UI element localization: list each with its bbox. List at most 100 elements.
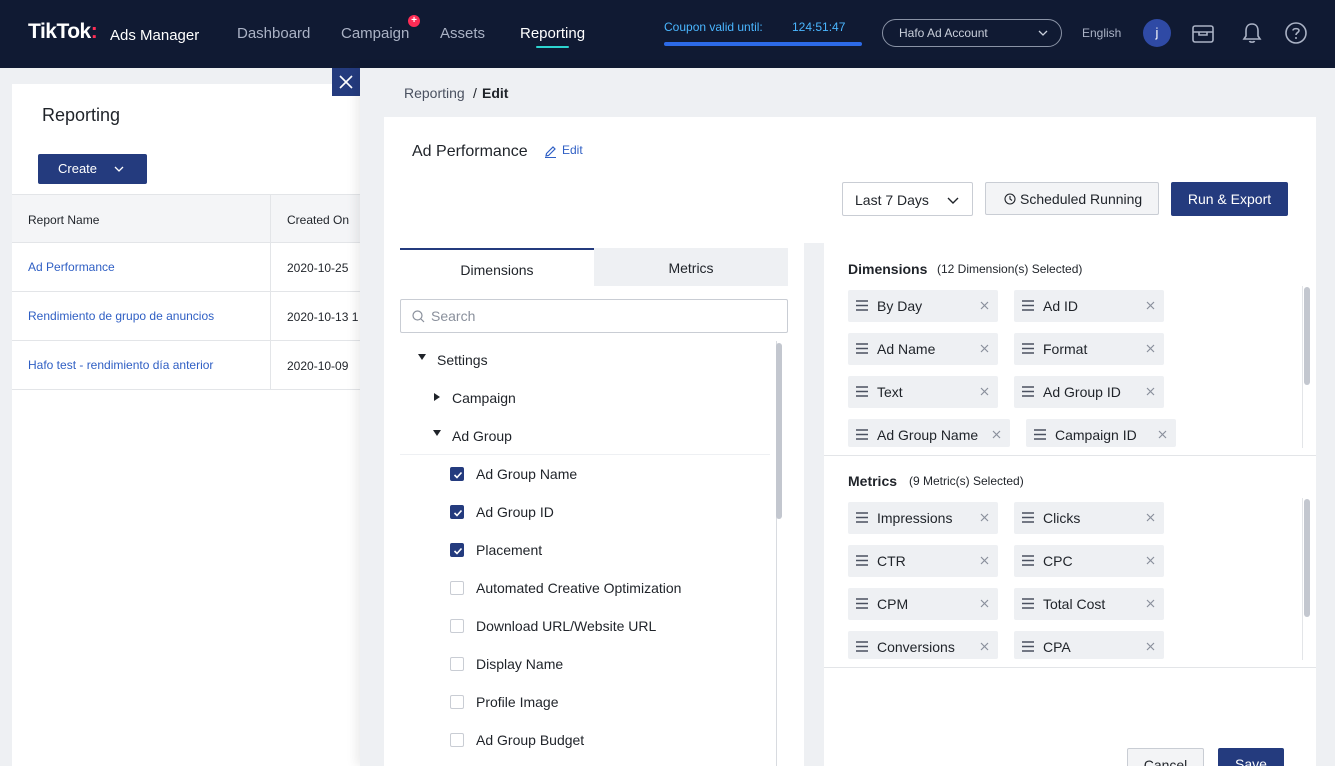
remove-icon[interactable]	[980, 599, 989, 608]
selected-dimension-chip[interactable]: Ad Group Name	[848, 419, 1010, 447]
remove-icon[interactable]	[1146, 556, 1155, 565]
remove-icon[interactable]	[980, 301, 989, 310]
drag-handle-icon[interactable]	[856, 343, 868, 354]
tree-scrollbar[interactable]	[776, 343, 782, 519]
drag-handle-icon[interactable]	[1022, 343, 1034, 354]
metrics-scrollbar[interactable]	[1304, 499, 1310, 617]
drag-handle-icon[interactable]	[856, 512, 868, 523]
cancel-button[interactable]: Cancel	[1127, 748, 1204, 766]
remove-icon[interactable]	[1146, 387, 1155, 396]
search-input[interactable]	[431, 306, 771, 326]
remove-icon[interactable]	[1146, 301, 1155, 310]
selected-metric-chip[interactable]: CPA	[1014, 631, 1164, 659]
column-header-report-name[interactable]: Report Name	[28, 213, 99, 227]
create-button[interactable]: Create	[38, 154, 147, 184]
account-selector[interactable]: Hafo Ad Account	[882, 19, 1062, 47]
tree-group-ad-group[interactable]: Ad Group	[400, 417, 770, 455]
save-button[interactable]: Save	[1218, 748, 1284, 766]
drag-handle-icon[interactable]	[1022, 641, 1034, 652]
drag-handle-icon[interactable]	[1022, 555, 1034, 566]
tree-group-settings[interactable]: Settings	[400, 341, 770, 379]
selected-metric-chip[interactable]: Conversions	[848, 631, 998, 659]
edit-title-link[interactable]: Edit	[544, 143, 583, 158]
selected-metric-chip[interactable]: CPM	[848, 588, 998, 620]
remove-icon[interactable]	[980, 513, 989, 522]
nav-campaign[interactable]: Campaign	[341, 25, 409, 42]
selected-metric-chip[interactable]: Total Cost	[1014, 588, 1164, 620]
briefcase-icon[interactable]	[1190, 20, 1216, 46]
checkbox[interactable]	[450, 543, 464, 557]
tree-item-ad-group-name[interactable]: Ad Group Name	[400, 455, 770, 493]
nav-dashboard[interactable]: Dashboard	[237, 25, 310, 42]
remove-icon[interactable]	[1146, 599, 1155, 608]
checkbox[interactable]	[450, 657, 464, 671]
remove-icon[interactable]	[992, 430, 1001, 439]
checkbox[interactable]	[450, 467, 464, 481]
checkbox[interactable]	[450, 505, 464, 519]
tab-dimensions[interactable]: Dimensions	[400, 248, 594, 286]
checkbox[interactable]	[450, 619, 464, 633]
remove-icon[interactable]	[980, 387, 989, 396]
selected-dimension-chip[interactable]: Ad ID	[1014, 290, 1164, 322]
drag-handle-icon[interactable]	[1022, 386, 1034, 397]
bell-icon[interactable]	[1239, 20, 1265, 46]
drag-handle-icon[interactable]	[856, 598, 868, 609]
tree-item-profile-image[interactable]: Profile Image	[400, 683, 770, 721]
selected-metric-chip[interactable]: Impressions	[848, 502, 998, 534]
drag-handle-icon[interactable]	[856, 641, 868, 652]
selected-dimension-chip[interactable]: Format	[1014, 333, 1164, 365]
remove-icon[interactable]	[1158, 430, 1167, 439]
drag-handle-icon[interactable]	[856, 555, 868, 566]
tiktok-logo[interactable]: TikTok:	[28, 20, 98, 44]
coupon-label: Coupon valid until:	[664, 20, 763, 34]
selected-dimension-chip[interactable]: Text	[848, 376, 998, 408]
checkbox[interactable]	[450, 695, 464, 709]
drag-handle-icon[interactable]	[1022, 598, 1034, 609]
checkbox[interactable]	[450, 581, 464, 595]
report-link[interactable]: Ad Performance	[28, 260, 115, 274]
selected-metric-chip[interactable]: CPC	[1014, 545, 1164, 577]
drag-handle-icon[interactable]	[1034, 429, 1046, 440]
tab-metrics[interactable]: Metrics	[594, 248, 788, 286]
drag-handle-icon[interactable]	[856, 300, 868, 311]
report-link[interactable]: Hafo test - rendimiento día anterior	[28, 358, 213, 372]
date-range-select[interactable]: Last 7 Days	[842, 182, 973, 216]
column-header-created-on[interactable]: Created On	[287, 213, 349, 227]
drag-handle-icon[interactable]	[1022, 512, 1034, 523]
breadcrumb-reporting[interactable]: Reporting	[404, 85, 465, 101]
run-export-button[interactable]: Run & Export	[1171, 182, 1288, 216]
remove-icon[interactable]	[980, 556, 989, 565]
selected-dimension-chip[interactable]: Ad Group ID	[1014, 376, 1164, 408]
selected-dimension-chip[interactable]: Campaign ID	[1026, 419, 1176, 447]
drag-handle-icon[interactable]	[1022, 300, 1034, 311]
help-icon[interactable]	[1283, 20, 1309, 46]
selected-metric-chip[interactable]: Clicks	[1014, 502, 1164, 534]
selected-dimension-chip[interactable]: Ad Name	[848, 333, 998, 365]
nav-reporting[interactable]: Reporting	[520, 25, 585, 48]
nav-assets[interactable]: Assets	[440, 25, 485, 42]
tree-item-ad-group-id[interactable]: Ad Group ID	[400, 493, 770, 531]
tree-item-download-url[interactable]: Download URL/Website URL	[400, 607, 770, 645]
selected-metric-chip[interactable]: CTR	[848, 545, 998, 577]
remove-icon[interactable]	[980, 344, 989, 353]
tree-group-campaign[interactable]: Campaign	[400, 379, 770, 417]
close-drawer-button[interactable]	[332, 68, 360, 96]
remove-icon[interactable]	[980, 642, 989, 651]
drag-handle-icon[interactable]	[856, 429, 868, 440]
report-link[interactable]: Rendimiento de grupo de anuncios	[28, 309, 214, 323]
dimensions-scrollbar[interactable]	[1304, 287, 1310, 385]
remove-icon[interactable]	[1146, 513, 1155, 522]
tree-item-ad-group-budget[interactable]: Ad Group Budget	[400, 721, 770, 759]
tree-item-placement[interactable]: Placement	[400, 531, 770, 569]
selected-fields-panel: Dimensions (12 Dimension(s) Selected) By…	[824, 243, 1316, 745]
remove-icon[interactable]	[1146, 642, 1155, 651]
language-selector[interactable]: English	[1082, 26, 1121, 40]
drag-handle-icon[interactable]	[856, 386, 868, 397]
checkbox[interactable]	[450, 733, 464, 747]
tree-item-display-name[interactable]: Display Name	[400, 645, 770, 683]
remove-icon[interactable]	[1146, 344, 1155, 353]
tree-item-automated-creative-optimization[interactable]: Automated Creative Optimization	[400, 569, 770, 607]
selected-dimension-chip[interactable]: By Day	[848, 290, 998, 322]
user-avatar[interactable]: j	[1143, 19, 1171, 47]
scheduled-running-button[interactable]: Scheduled Running	[985, 182, 1159, 215]
